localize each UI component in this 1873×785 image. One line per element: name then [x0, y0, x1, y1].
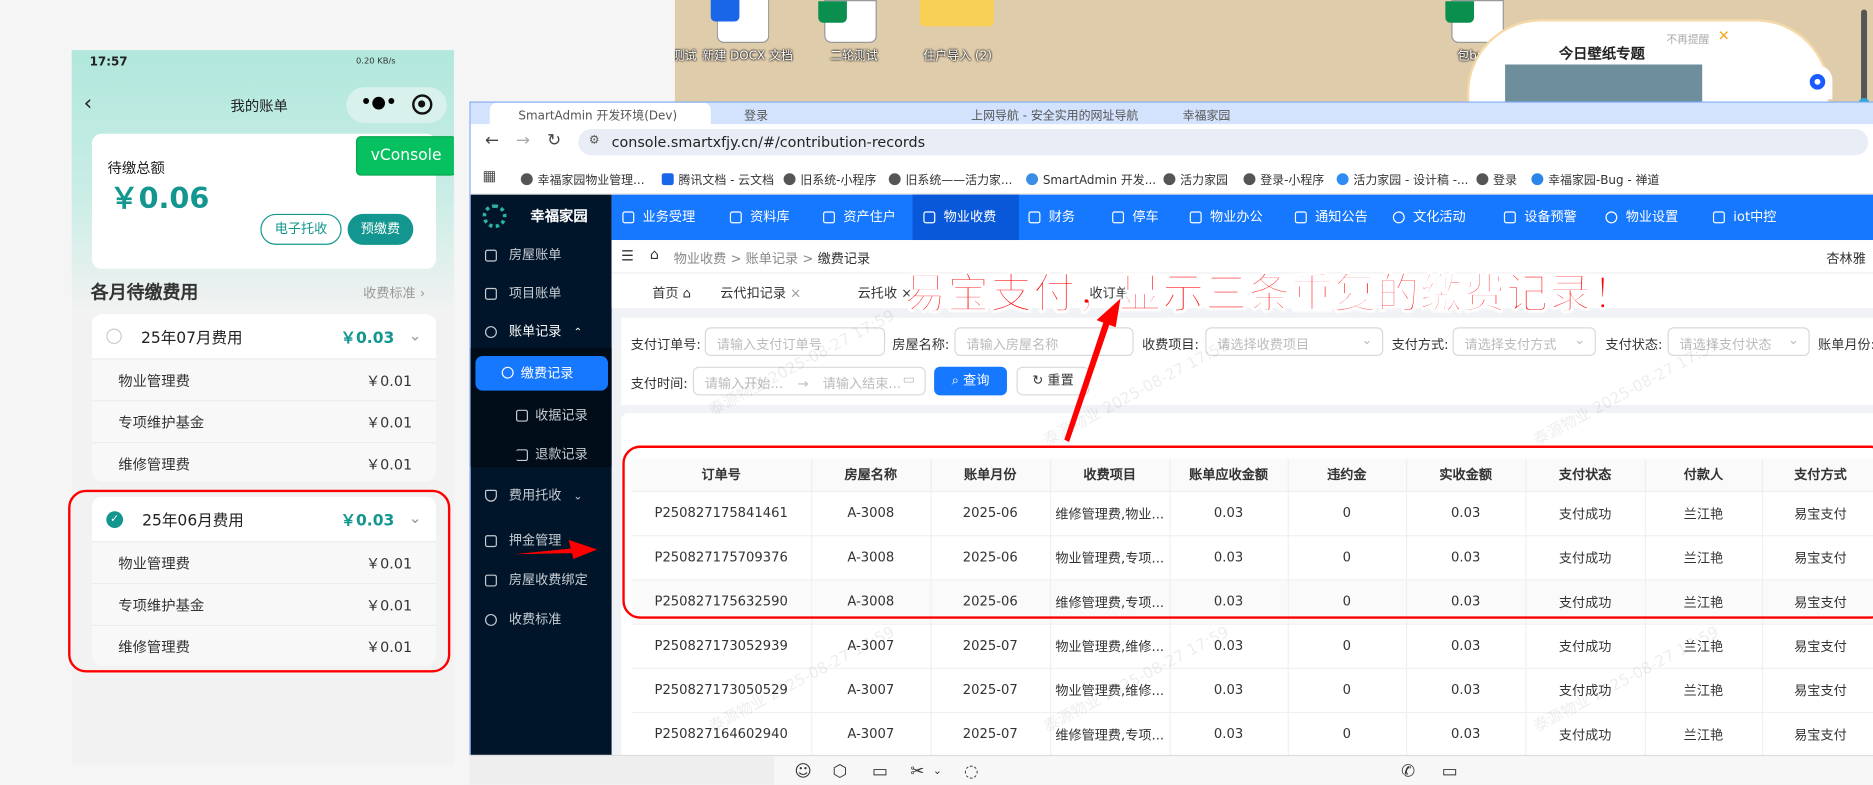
annotation-arrows: [513, 298, 1121, 560]
arrow-to-table: [513, 539, 598, 560]
arrow-to-filter: [1064, 298, 1121, 442]
screenshot: 测试 新建 DOCX 文档 二轮测试 住户导入 (2) 包bug 今日壁纸专题 …: [0, 0, 1873, 785]
